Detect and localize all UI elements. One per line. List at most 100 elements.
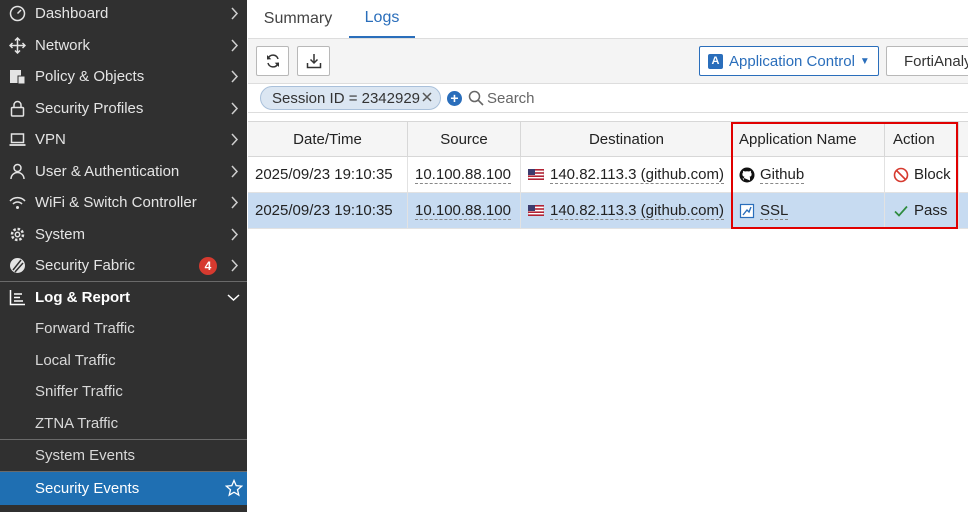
ssl-icon xyxy=(739,203,755,218)
table-row[interactable]: 2025/09/23 19:10:35 10.100.88.100 140.82… xyxy=(248,193,968,229)
sidebar-subitem-label: Security Events xyxy=(35,480,140,497)
sidebar-item-log-report[interactable]: Log & Report xyxy=(0,282,247,313)
sidebar-item-security-profiles[interactable]: Security Profiles xyxy=(0,93,247,124)
cell-destination: 140.82.113.3 (github.com) xyxy=(521,157,733,192)
policy-icon xyxy=(9,68,26,85)
refresh-icon xyxy=(266,54,279,68)
log-source-label: FortiAnalyzer xyxy=(904,52,968,70)
sidebar-subitem-label: System Events xyxy=(35,447,136,464)
user-icon xyxy=(9,163,26,180)
source-ip[interactable]: 10.100.88.100 xyxy=(415,202,511,220)
sidebar-item-system[interactable]: System xyxy=(0,219,247,250)
column-header-action[interactable]: Action xyxy=(885,122,959,156)
chevron-right-icon xyxy=(229,7,240,20)
chevron-right-icon xyxy=(229,165,240,178)
sidebar-item-wifi-switch[interactable]: WiFi & Switch Controller xyxy=(0,187,247,218)
sidebar: Dashboard Network Policy & Objects Secur… xyxy=(0,0,247,512)
sidebar-item-vpn[interactable]: VPN xyxy=(0,124,247,155)
table-row[interactable]: 2025/09/23 19:10:35 10.100.88.100 140.82… xyxy=(248,157,968,193)
cell-datetime: 2025/09/23 19:10:35 xyxy=(248,193,408,228)
sidebar-subitem-system-events[interactable]: System Events xyxy=(0,440,247,471)
sidebar-item-policy-objects[interactable]: Policy & Objects xyxy=(0,61,247,92)
cell-action: Pass xyxy=(885,193,959,228)
log-type-dropdown[interactable]: A Application Control ▼ xyxy=(699,46,879,76)
column-header-source[interactable]: Source xyxy=(408,122,521,156)
cell-application: SSL xyxy=(733,193,885,228)
sidebar-item-network[interactable]: Network xyxy=(0,30,247,61)
cell-source: 10.100.88.100 xyxy=(408,157,521,192)
github-icon xyxy=(739,167,755,182)
cell-datetime: 2025/09/23 19:10:35 xyxy=(248,157,408,192)
chevron-right-icon xyxy=(229,70,240,83)
gear-icon xyxy=(9,226,26,243)
sidebar-subitem-ztna-traffic[interactable]: ZTNA Traffic xyxy=(0,408,247,439)
close-icon[interactable] xyxy=(420,90,434,104)
filter-bar: Session ID = 2342929 + xyxy=(248,84,968,113)
tab-summary[interactable]: Summary xyxy=(254,0,342,38)
dashboard-icon xyxy=(9,5,26,22)
download-button[interactable] xyxy=(297,46,330,76)
sidebar-item-dashboard[interactable]: Dashboard xyxy=(0,0,247,29)
sidebar-item-label: Network xyxy=(35,37,91,54)
sidebar-subitem-forward-traffic[interactable]: Forward Traffic xyxy=(0,313,247,344)
sidebar-item-label: WiFi & Switch Controller xyxy=(35,194,197,211)
main-content: Summary Logs A Application Control ▼ For… xyxy=(248,0,968,512)
chevron-right-icon xyxy=(229,102,240,115)
sidebar-item-label: Security Fabric xyxy=(35,257,136,274)
sidebar-item-label: User & Authentication xyxy=(35,163,180,180)
sidebar-item-label: Security Profiles xyxy=(35,100,144,117)
chevron-right-icon xyxy=(229,39,240,52)
lock-icon xyxy=(9,100,26,117)
application-name[interactable]: Github xyxy=(760,166,805,184)
star-icon[interactable] xyxy=(224,478,244,497)
sidebar-item-label: System xyxy=(35,226,86,243)
action-text: Block xyxy=(914,166,951,183)
table-header: Date/Time Source Destination Application… xyxy=(248,121,968,157)
destination-address[interactable]: 140.82.113.3 (github.com) xyxy=(550,166,725,184)
download-icon xyxy=(306,54,321,69)
source-ip[interactable]: 10.100.88.100 xyxy=(415,166,511,184)
destination-address[interactable]: 140.82.113.3 (github.com) xyxy=(550,202,725,220)
report-icon xyxy=(9,289,26,306)
log-source-dropdown[interactable]: FortiAnalyzer xyxy=(886,46,968,76)
add-filter-button[interactable]: + xyxy=(447,91,462,106)
application-control-icon: A xyxy=(708,53,723,69)
cell-destination: 140.82.113.3 (github.com) xyxy=(521,193,733,228)
action-text: Pass xyxy=(914,202,948,219)
chevron-right-icon xyxy=(229,196,240,209)
sidebar-subitem-sniffer-traffic[interactable]: Sniffer Traffic xyxy=(0,376,247,407)
laptop-icon xyxy=(9,131,26,148)
fabric-icon xyxy=(9,257,26,274)
cell-action: Block xyxy=(885,157,959,192)
sidebar-item-label: VPN xyxy=(35,131,66,148)
toolbar: A Application Control ▼ FortiAnalyzer xyxy=(248,39,968,84)
tab-logs[interactable]: Logs xyxy=(349,0,415,38)
sidebar-subitem-label: Local Traffic xyxy=(35,352,116,369)
sidebar-item-security-fabric[interactable]: Security Fabric 4 xyxy=(0,250,247,281)
application-name[interactable]: SSL xyxy=(760,202,789,220)
sidebar-item-user-authentication[interactable]: User & Authentication xyxy=(0,156,247,187)
cell-source: 10.100.88.100 xyxy=(408,193,521,228)
log-type-label: Application Control xyxy=(729,52,855,70)
chevron-right-icon xyxy=(229,228,240,241)
column-header-application-name[interactable]: Application Name xyxy=(733,122,885,156)
wifi-icon xyxy=(9,194,26,211)
sidebar-subitem-security-events[interactable]: Security Events xyxy=(0,472,247,505)
sidebar-subitem-label: Forward Traffic xyxy=(35,320,135,337)
filter-chip[interactable]: Session ID = 2342929 xyxy=(260,86,441,110)
block-icon xyxy=(893,167,909,182)
us-flag-icon xyxy=(528,169,544,180)
chevron-right-icon xyxy=(229,133,240,146)
column-header-datetime[interactable]: Date/Time xyxy=(248,122,408,156)
check-icon xyxy=(894,205,908,217)
sidebar-item-label: Dashboard xyxy=(35,5,109,22)
chevron-down-icon xyxy=(227,291,240,304)
refresh-button[interactable] xyxy=(256,46,289,76)
column-header-destination[interactable]: Destination xyxy=(521,122,733,156)
caret-down-icon: ▼ xyxy=(859,55,870,67)
cell-application: Github xyxy=(733,157,885,192)
search-input[interactable] xyxy=(487,87,957,109)
notification-badge: 4 xyxy=(199,257,217,275)
sidebar-item-label: Log & Report xyxy=(35,289,130,306)
sidebar-subitem-local-traffic[interactable]: Local Traffic xyxy=(0,345,247,376)
